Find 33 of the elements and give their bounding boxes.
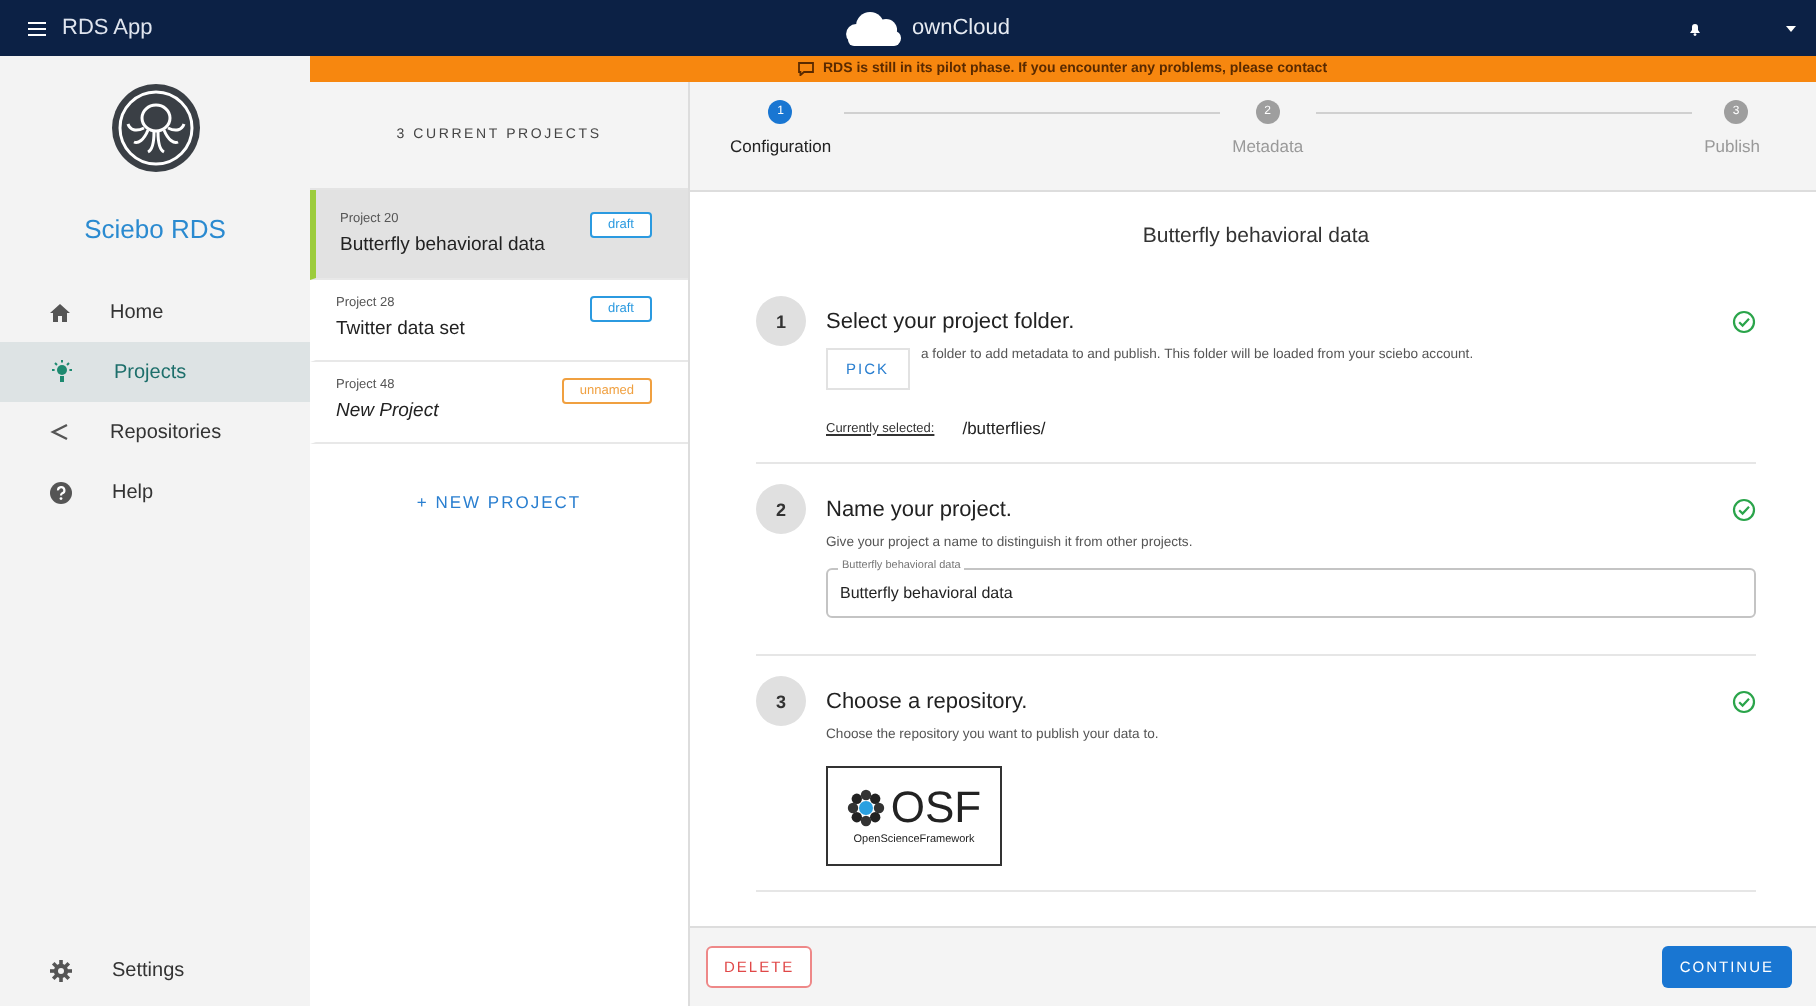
project-name: New Project xyxy=(336,400,439,422)
nav-item[interactable]: Home xyxy=(0,282,310,342)
step-number: 2 xyxy=(756,484,806,534)
settings-item[interactable]: Settings xyxy=(0,940,310,1000)
share-icon xyxy=(50,422,70,442)
cloud-logo-icon xyxy=(840,10,905,46)
project-name: Twitter data set xyxy=(336,318,465,340)
new-project-button[interactable]: + NEW PROJECT xyxy=(404,484,594,520)
step-number: 1 xyxy=(756,296,806,346)
sidebar-title: Sciebo RDS xyxy=(84,214,226,244)
step-label[interactable]: Configuration xyxy=(730,136,832,156)
lightbulb-icon xyxy=(50,360,74,384)
octopus-logo-icon xyxy=(109,82,201,174)
help-icon xyxy=(50,481,72,503)
form-title: Butterfly behavioral data xyxy=(1140,224,1372,248)
app-title: RDS App xyxy=(62,16,153,40)
nav-item[interactable]: Projects xyxy=(0,342,310,402)
menu-icon[interactable] xyxy=(28,21,46,35)
nav-item[interactable]: Help xyxy=(0,462,310,522)
flower-icon xyxy=(846,788,887,828)
project-name: Butterfly behavioral data xyxy=(340,234,545,256)
bell-icon[interactable] xyxy=(1688,21,1702,35)
section-title: Select your project folder. xyxy=(826,309,1077,333)
selected-folder: /butterflies/ xyxy=(962,418,1046,438)
step-number: 3 xyxy=(756,676,806,726)
nav-item[interactable]: Repositories xyxy=(0,402,310,462)
chat-icon xyxy=(798,62,815,76)
settings-icon xyxy=(50,959,72,981)
brand-name: ownCloud xyxy=(912,16,1010,40)
section-title: Name your project. xyxy=(826,497,1014,521)
home-icon xyxy=(50,303,70,321)
section-title: Choose a repository. xyxy=(826,689,1030,713)
caret-icon[interactable] xyxy=(1786,25,1796,31)
